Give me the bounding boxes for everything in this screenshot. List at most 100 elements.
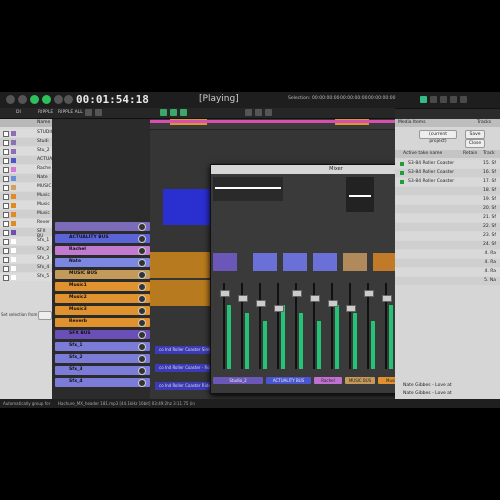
stop-icon[interactable] xyxy=(18,95,27,104)
media-item-row[interactable]: 18. Sf xyxy=(395,187,500,195)
media-item-row[interactable]: 21. Sf xyxy=(395,214,500,222)
toolbar-btn-ripple-all[interactable]: RIPPLE ALL xyxy=(58,110,83,115)
volume-knob-icon[interactable] xyxy=(138,235,146,243)
volume-knob-icon[interactable] xyxy=(138,271,146,279)
track-header[interactable]: Music3 xyxy=(55,306,150,315)
volume-knob-icon[interactable] xyxy=(138,355,146,363)
channel-fader[interactable] xyxy=(220,290,230,297)
track-manager-row[interactable]: Rache xyxy=(0,165,52,173)
volume-knob-icon[interactable] xyxy=(138,343,146,351)
volume-knob-icon[interactable] xyxy=(138,295,146,303)
undo-icon[interactable] xyxy=(255,109,262,116)
media-item-row[interactable]: 23. Sf xyxy=(395,232,500,240)
volume-knob-icon[interactable] xyxy=(138,379,146,387)
group-icon[interactable] xyxy=(180,109,187,116)
strip-insert[interactable] xyxy=(253,253,277,271)
strip-insert[interactable] xyxy=(343,253,367,271)
media-item-row[interactable]: S3-84 Roller Coaster 17. Sf xyxy=(395,178,500,186)
channel-fader[interactable] xyxy=(256,300,266,307)
track-manager-row[interactable]: Sfx_4 xyxy=(0,264,52,272)
channel-fader[interactable] xyxy=(238,295,248,302)
visible-checkbox[interactable] xyxy=(3,266,9,272)
track-manager-row[interactable]: Music xyxy=(0,192,52,200)
visible-checkbox[interactable] xyxy=(3,167,9,173)
track-header[interactable]: MUSIC BUS xyxy=(55,270,150,279)
play-icon[interactable] xyxy=(30,95,39,104)
track-manager-row[interactable]: Sfx_3 xyxy=(0,255,52,263)
media-item-row[interactable]: 24. Sf xyxy=(395,241,500,249)
track-manager-row[interactable]: MUSIC xyxy=(0,183,52,191)
strip-insert[interactable] xyxy=(283,253,307,271)
visible-checkbox[interactable] xyxy=(3,257,9,263)
set-selection-button[interactable] xyxy=(38,311,52,320)
track-manager-row[interactable]: Stu_2 xyxy=(0,147,52,155)
visible-checkbox[interactable] xyxy=(3,221,9,227)
metronome-icon[interactable] xyxy=(440,96,447,103)
visible-checkbox[interactable] xyxy=(3,176,9,182)
grid-icon[interactable] xyxy=(420,96,427,103)
track-header[interactable]: SFX BUS xyxy=(55,330,150,339)
track-header[interactable]: Rachel xyxy=(55,246,150,255)
track-header[interactable]: Sfx_4 xyxy=(55,378,150,387)
media-item-row[interactable]: 22. Sf xyxy=(395,223,500,231)
visible-checkbox[interactable] xyxy=(3,275,9,281)
volume-knob-icon[interactable] xyxy=(138,259,146,267)
track-header[interactable]: Reverb xyxy=(55,318,150,327)
visible-checkbox[interactable] xyxy=(3,185,9,191)
track-header[interactable]: Music1 xyxy=(55,282,150,291)
visible-checkbox[interactable] xyxy=(3,158,9,164)
media-item-row[interactable]: S3-84 Roller Coaster 15. Sf xyxy=(395,160,500,168)
track-manager-row[interactable]: Sfx_1 xyxy=(0,237,52,245)
channel-fader[interactable] xyxy=(328,300,338,307)
snap-icon[interactable] xyxy=(430,96,437,103)
track-manager-row[interactable]: SFX BU xyxy=(0,228,52,239)
project-select[interactable]: (current project) xyxy=(419,130,457,144)
toolbar-btn-ripple[interactable]: RIPPLE xyxy=(38,110,53,115)
rewind-icon[interactable] xyxy=(6,95,15,104)
visible-checkbox[interactable] xyxy=(3,239,9,245)
zoom-icon[interactable] xyxy=(245,109,252,116)
media-item-row[interactable]: 4. Ra xyxy=(395,259,500,267)
visible-checkbox[interactable] xyxy=(3,248,9,254)
midi-clip[interactable] xyxy=(163,189,211,225)
media-item-row[interactable]: 19. Sf xyxy=(395,196,500,204)
tab-tracks[interactable]: Tracks xyxy=(477,120,491,125)
media-item-row[interactable]: 4. Ra xyxy=(395,268,500,276)
visible-checkbox[interactable] xyxy=(3,230,9,236)
media-item-row[interactable]: 20. Sf xyxy=(395,205,500,213)
strip-insert[interactable] xyxy=(213,253,237,271)
strip-insert[interactable] xyxy=(373,253,397,271)
media-item-row[interactable]: 4. Ra xyxy=(395,250,500,258)
visible-checkbox[interactable] xyxy=(3,212,9,218)
media-item-row[interactable]: S3-84 Roller Coaster 16. Sf xyxy=(395,169,500,177)
volume-knob-icon[interactable] xyxy=(138,331,146,339)
music-clip-2[interactable] xyxy=(150,280,210,306)
record-icon[interactable] xyxy=(64,95,73,104)
track-header[interactable]: ACTUALITY BUS xyxy=(55,234,150,243)
track-header[interactable]: Sfx_2 xyxy=(55,354,150,363)
media-row-tail[interactable]: Nate Gibbes - Love at xyxy=(403,391,452,396)
strip-insert[interactable] xyxy=(313,253,337,271)
forward-icon[interactable] xyxy=(54,95,63,104)
track-manager-row[interactable]: Nate xyxy=(0,174,52,182)
channel-fader[interactable] xyxy=(382,295,392,302)
pause-icon[interactable] xyxy=(42,95,51,104)
track-manager-row[interactable]: Rever xyxy=(0,219,52,227)
envelope-icon[interactable] xyxy=(460,96,467,103)
close-button[interactable]: Close xyxy=(465,139,485,148)
save-button[interactable]: Save xyxy=(465,130,485,139)
track-manager-row[interactable]: Music xyxy=(0,201,52,209)
volume-knob-icon[interactable] xyxy=(138,223,146,231)
channel-fader[interactable] xyxy=(364,290,374,297)
visible-checkbox[interactable] xyxy=(3,194,9,200)
volume-knob-icon[interactable] xyxy=(138,247,146,255)
track-manager-row[interactable]: STUDIO xyxy=(0,129,54,137)
volume-knob-icon[interactable] xyxy=(138,319,146,327)
track-manager-row[interactable]: Sfx_5 xyxy=(0,273,52,281)
split-tool-icon[interactable] xyxy=(95,109,102,116)
channel-fader[interactable] xyxy=(346,305,356,312)
media-item-row[interactable]: 5. Na xyxy=(395,277,500,285)
track-header[interactable]: Sfx_3 xyxy=(55,366,150,375)
channel-fader[interactable] xyxy=(310,295,320,302)
visible-checkbox[interactable] xyxy=(3,203,9,209)
